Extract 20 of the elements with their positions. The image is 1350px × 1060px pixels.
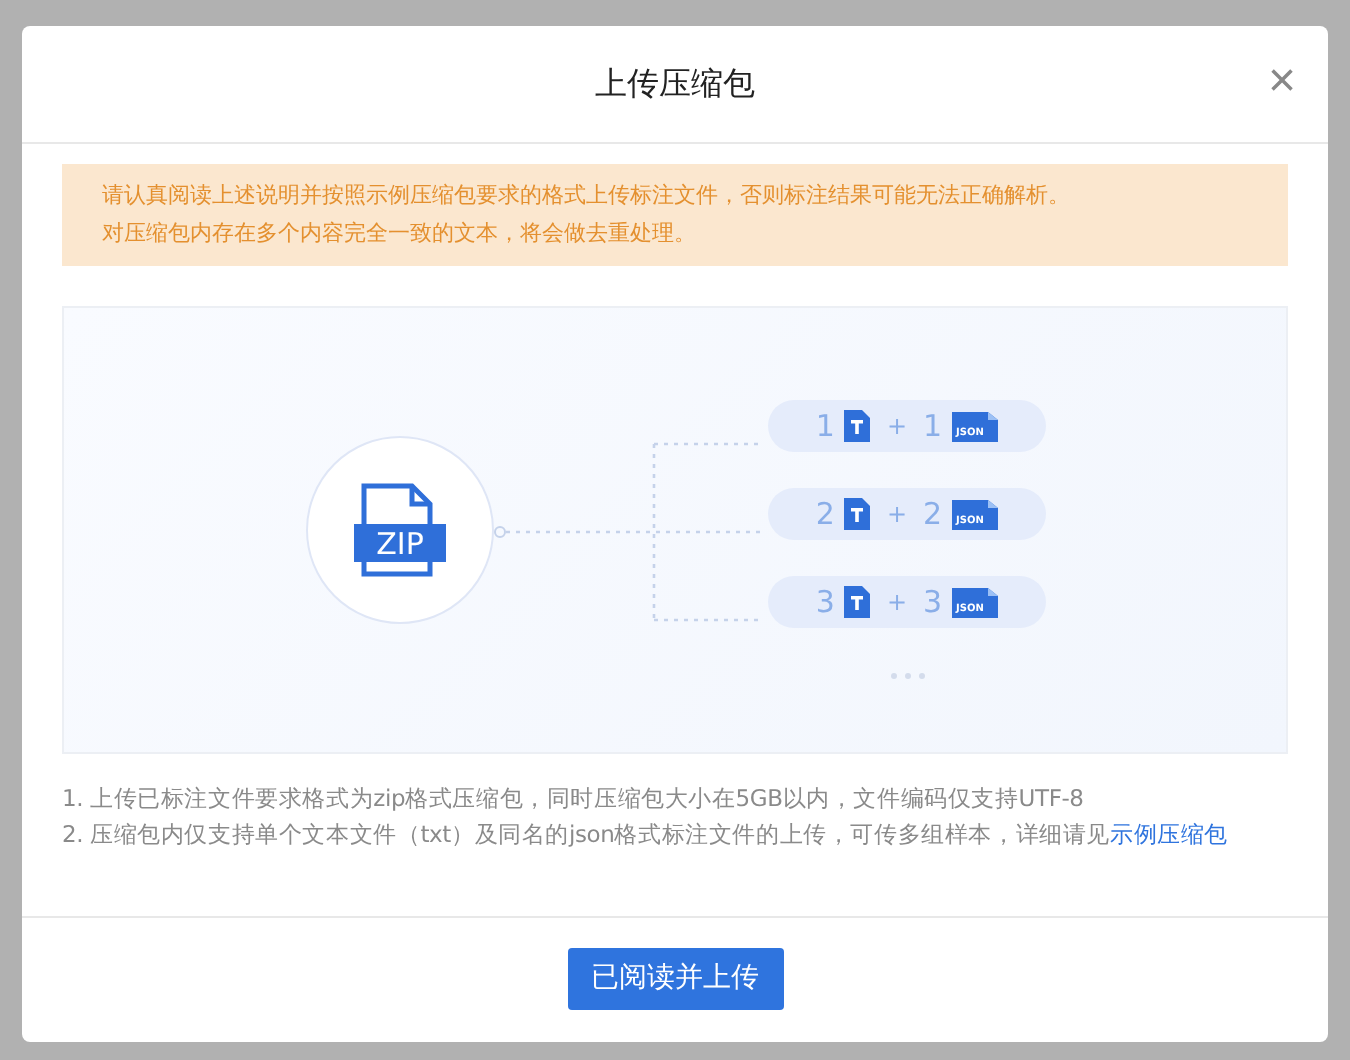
close-button[interactable]: × [1259,58,1304,106]
notice-text: 对压缩包内存在多个内容完全一致的文本，将会做去重处理。 [102,218,698,250]
rule-text: 2. 压缩包内仅支持单个文本文件（txt）及同名的json格式标注文件的上传，可传多组样本，详细请见示例压缩包 [62,818,1230,850]
rule-text: 1. 上传已标注文件要求格式为zip格式压缩包，同时压缩包大小在5GB以内，文件编码仅支持UTF-8 [62,782,1086,814]
text-count: 2 [815,496,835,532]
plus-sign: + [886,500,908,528]
sample-archive-link[interactable]: 示例压缩包 [1109,820,1228,848]
text-file-icon [844,410,871,442]
read-and-upload-button[interactable]: 已阅读并上传 [567,947,783,1009]
text-file-icon [844,586,871,618]
notice-text: 请认真阅读上述说明并按照示例压缩包要求的格式上传标注文件，否则标注结果可能无法正确解析。 [102,180,1072,212]
json-count: 3 [923,584,943,620]
plus-sign: + [886,588,908,616]
text-file-icon [844,498,871,530]
plus-sign: + [886,412,908,440]
json-count: 1 [923,408,943,444]
json-count: 2 [923,496,943,532]
text-count: 3 [815,584,835,620]
text-count: 1 [815,408,835,444]
dialog-title: 上传压缩包 [595,63,755,105]
